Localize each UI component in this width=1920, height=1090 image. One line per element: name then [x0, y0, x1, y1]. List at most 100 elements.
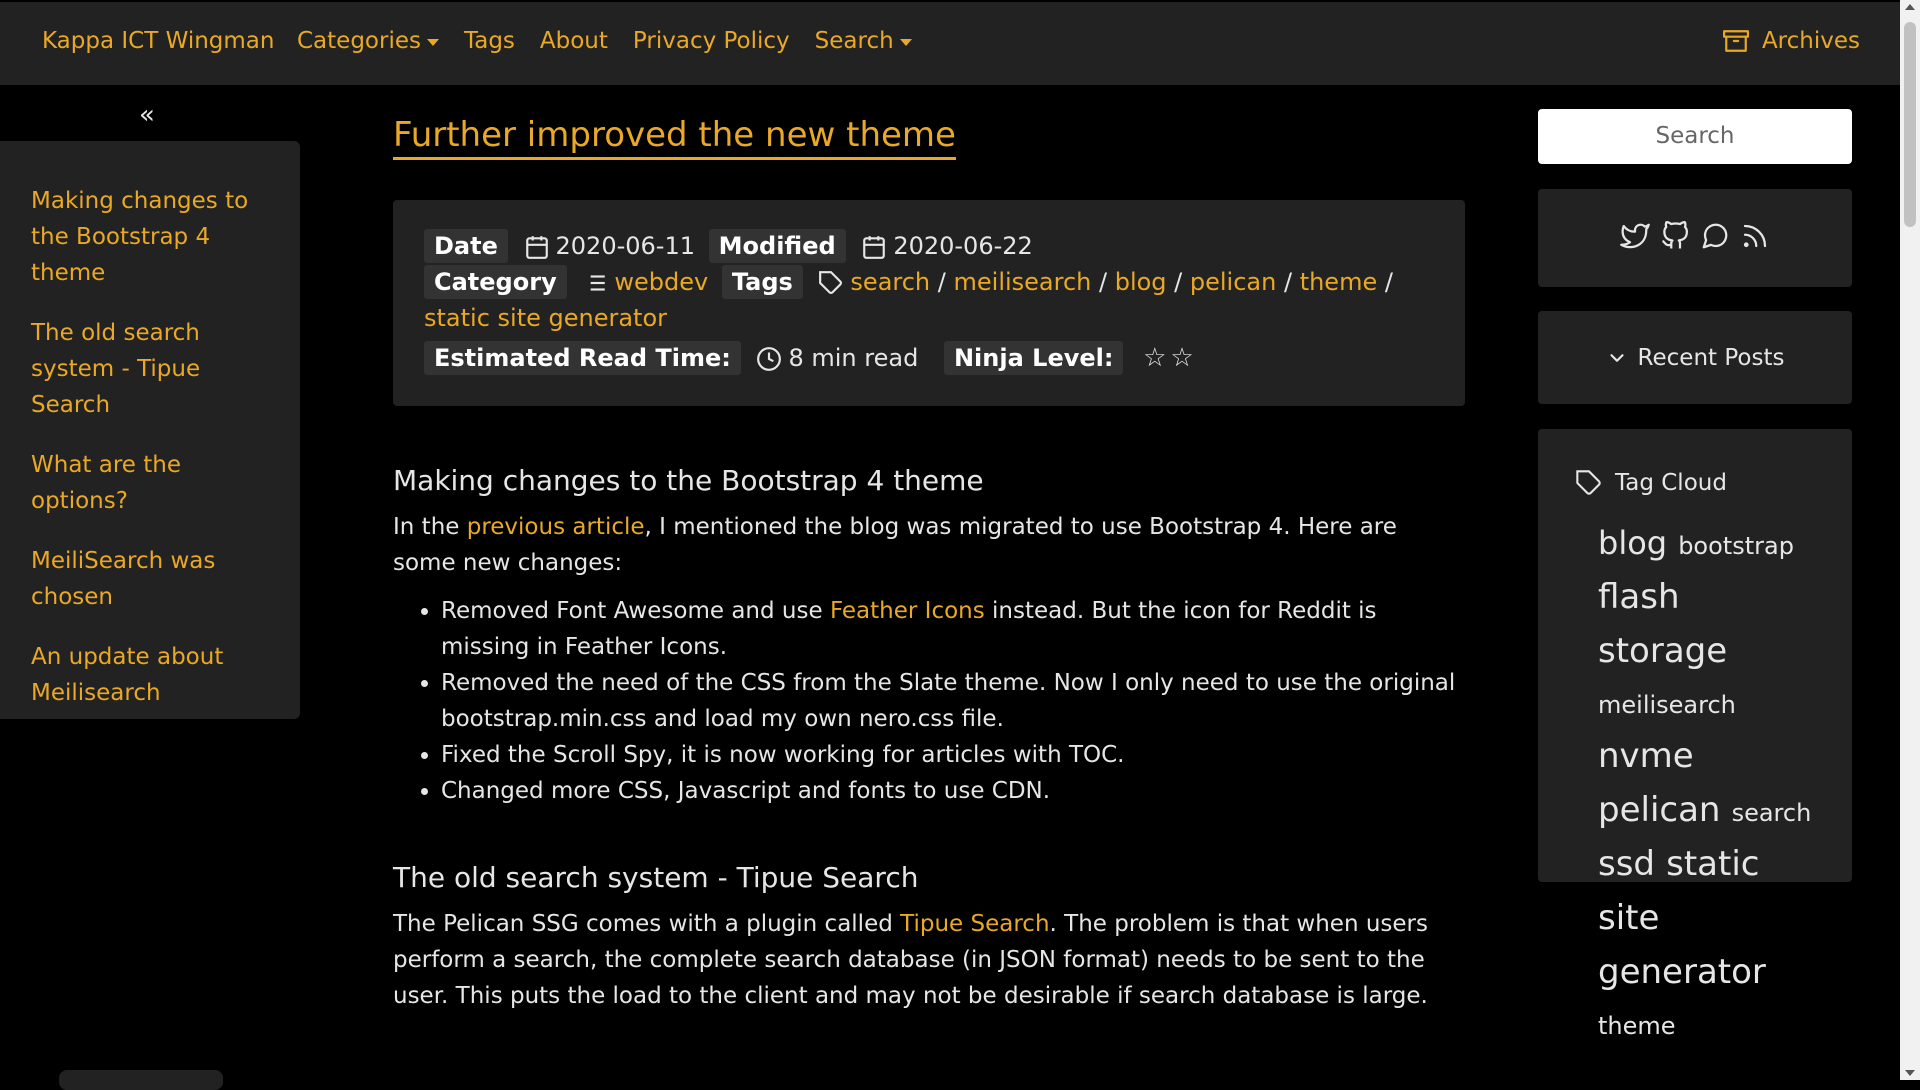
paragraph: In the previous article, I mentioned the…	[393, 509, 1465, 581]
section-heading: The old search system - Tipue Search	[393, 861, 919, 894]
nav-categories-label: Categories	[297, 28, 421, 54]
tag-separator: /	[1276, 268, 1300, 296]
tag-cloud-item[interactable]: flash storage	[1598, 577, 1727, 671]
toc-item[interactable]: Making changes to the Bootstrap 4 theme	[31, 183, 280, 291]
tag-cloud-item[interactable]: theme	[1598, 1012, 1676, 1040]
list-item: Changed more CSS, Javascript and fonts t…	[441, 773, 1465, 809]
archive-icon	[1722, 30, 1749, 52]
github-icon[interactable]	[1660, 221, 1690, 255]
nav-tags-link[interactable]: Tags	[464, 28, 515, 54]
tag-cloud-item[interactable]: search	[1732, 799, 1812, 827]
changes-list: Removed Font Awesome and use Feather Ico…	[393, 593, 1465, 809]
tag-cloud-item[interactable]: pelican	[1598, 790, 1720, 830]
recent-posts-toggle[interactable]: Recent Posts	[1538, 311, 1852, 404]
sidebar-search-input[interactable]: Search	[1538, 109, 1852, 164]
tag-link[interactable]: meilisearch	[954, 268, 1092, 296]
message-circle-icon[interactable]	[1700, 221, 1730, 255]
tag-cloud-item[interactable]: meilisearch	[1598, 691, 1736, 719]
article-meta: Date 2020-06-11 Modified 2020-06-22 Cate…	[393, 200, 1465, 406]
nav-search-dropdown[interactable]: Search	[815, 28, 912, 54]
tag-link[interactable]: blog	[1115, 268, 1167, 296]
twitter-icon[interactable]	[1620, 221, 1650, 255]
meta-taxonomy-row: Category webdev Tags search / meilisearc…	[424, 264, 1434, 336]
tag-cloud-item[interactable]: bootstrap	[1678, 532, 1794, 560]
paragraph: The Pelican SSG comes with a plugin call…	[393, 906, 1465, 1014]
page-scrollbar[interactable]	[1900, 0, 1920, 1080]
chevron-down-icon	[899, 38, 912, 46]
toc-item[interactable]: MeiliSearch was chosen	[31, 543, 280, 615]
tag-link[interactable]: pelican	[1190, 268, 1276, 296]
modified-value: 2020-06-22	[893, 232, 1033, 260]
modified-badge: Modified	[708, 229, 846, 263]
clock-icon	[757, 347, 782, 371]
tag-cloud-item[interactable]: ssd	[1598, 844, 1655, 884]
bottom-floating-pill	[59, 1070, 223, 1090]
tag-cloud-item[interactable]: nvme	[1598, 736, 1694, 776]
table-of-contents: Making changes to the Bootstrap 4 theme …	[0, 141, 300, 719]
tag-link[interactable]: static site generator	[424, 304, 667, 332]
tag-cloud-item[interactable]: blog	[1598, 524, 1667, 562]
rss-icon[interactable]	[1740, 221, 1770, 255]
previous-article-link[interactable]: previous article	[467, 514, 645, 540]
archives-label: Archives	[1761, 28, 1860, 54]
tipue-search-link[interactable]: Tipue Search	[900, 911, 1049, 937]
article: Further improved the new theme Date 2020…	[393, 115, 1465, 1014]
nav-links: Categories Tags About Privacy Policy Sea…	[297, 28, 937, 54]
calendar-icon	[863, 236, 886, 259]
article-title-link[interactable]: Further improved the new theme	[393, 115, 956, 160]
tag-cloud-header: Tag Cloud	[1575, 469, 1822, 497]
meta-dates-row: Date 2020-06-11 Modified 2020-06-22	[424, 228, 1434, 264]
tag-icon	[1576, 470, 1601, 495]
tag-link[interactable]: search	[850, 268, 930, 296]
list-item: Removed Font Awesome and use Feather Ico…	[441, 593, 1465, 665]
list-icon	[585, 275, 606, 291]
recent-posts-label: Recent Posts	[1637, 344, 1785, 371]
tag-separator: /	[1091, 268, 1115, 296]
chevron-down-icon	[1609, 353, 1624, 362]
category-badge: Category	[424, 265, 567, 299]
tag-separator: /	[1166, 268, 1190, 296]
top-navbar: Kappa ICT Wingman Categories Tags About …	[0, 0, 1900, 85]
nav-categories-dropdown[interactable]: Categories	[297, 28, 439, 54]
meta-read-row: Estimated Read Time: 8 min read Ninja Le…	[424, 340, 1434, 376]
chevron-down-icon	[426, 38, 439, 46]
ninja-level-badge: Ninja Level:	[943, 341, 1124, 375]
tag-cloud-title: Tag Cloud	[1615, 470, 1727, 496]
toc-item[interactable]: What are the options?	[31, 447, 280, 519]
paragraph-text: The Pelican SSG comes with a plugin call…	[393, 911, 901, 937]
date-badge: Date	[424, 229, 508, 263]
feather-icons-link[interactable]: Feather Icons	[830, 598, 985, 624]
list-item-text: Removed Font Awesome and use	[441, 598, 830, 624]
tag-separator: /	[930, 268, 954, 296]
toc-item[interactable]: The old search system - Tipue Search	[31, 315, 280, 423]
tag-icon	[819, 271, 843, 294]
category-link[interactable]: webdev	[614, 268, 708, 296]
list-item: Removed the need of the CSS from the Sla…	[441, 665, 1465, 737]
read-time-badge: Estimated Read Time:	[424, 341, 741, 375]
date-value: 2020-06-11	[555, 232, 695, 260]
tag-cloud-panel: Tag Cloud blog bootstrap flash storage m…	[1538, 429, 1852, 1040]
read-time-value: 8 min read	[788, 344, 919, 372]
site-brand-link[interactable]: Kappa ICT Wingman	[42, 28, 274, 54]
calendar-icon	[525, 236, 548, 259]
tag-cloud: blog bootstrap flash storage meilisearch…	[1575, 519, 1822, 1053]
toc-item[interactable]: An update about Meilisearch	[31, 639, 280, 711]
nav-privacy-link[interactable]: Privacy Policy	[633, 28, 790, 54]
scroll-up-arrow-icon[interactable]	[1905, 4, 1915, 10]
toc-collapse-button[interactable]: «	[139, 100, 155, 130]
ninja-stars: ☆ ☆	[1139, 343, 1194, 373]
social-links	[1538, 189, 1852, 287]
paragraph-text: In the	[393, 514, 467, 540]
star-icon: ☆	[1170, 343, 1194, 373]
star-icon: ☆	[1143, 343, 1167, 373]
tag-link[interactable]: theme	[1300, 268, 1378, 296]
list-item: Fixed the Scroll Spy, it is now working …	[441, 737, 1465, 773]
scrollbar-thumb[interactable]	[1904, 22, 1916, 227]
nav-about-link[interactable]: About	[540, 28, 608, 54]
scroll-down-arrow-icon[interactable]	[1905, 1070, 1915, 1076]
archives-link[interactable]: Archives	[1722, 28, 1860, 54]
section-heading: Making changes to the Bootstrap 4 theme	[393, 464, 984, 497]
tags-badge: Tags	[721, 265, 803, 299]
tag-separator: /	[1377, 268, 1393, 296]
nav-search-label: Search	[814, 28, 894, 54]
